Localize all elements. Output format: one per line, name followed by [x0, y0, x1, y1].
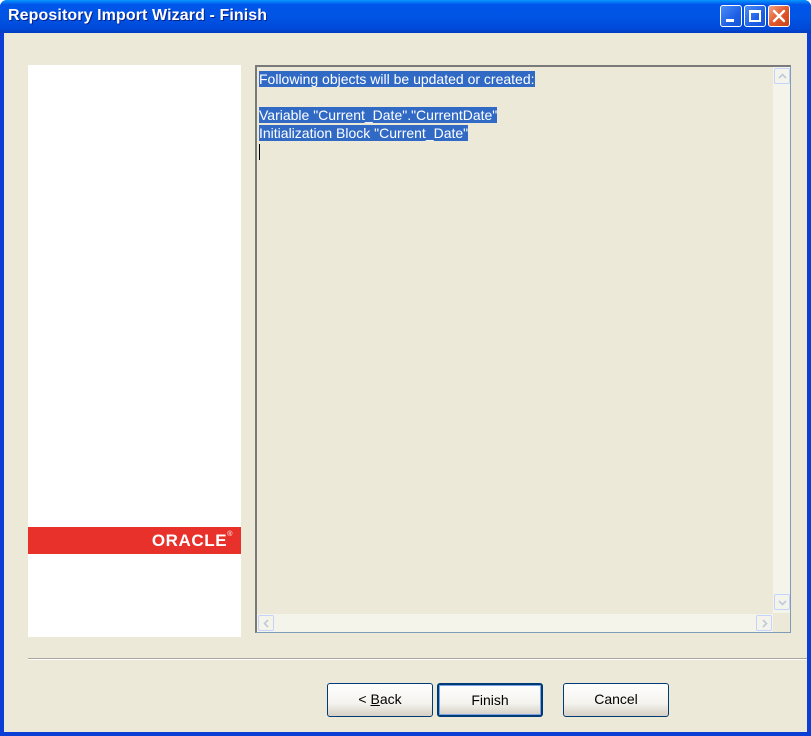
close-button[interactable]: [768, 5, 790, 27]
scroll-left-button[interactable]: [258, 615, 274, 631]
back-button[interactable]: < Back: [327, 683, 433, 717]
cancel-button[interactable]: Cancel: [563, 683, 669, 717]
scroll-right-button[interactable]: [756, 615, 772, 631]
back-button-mnemonic: B: [370, 691, 380, 707]
text-caret: [259, 144, 260, 161]
oracle-logo: ORACLE®: [28, 527, 241, 554]
back-button-prefix: <: [358, 691, 371, 707]
summary-line: Following objects will be updated or cre…: [259, 71, 535, 87]
scroll-down-button[interactable]: [774, 594, 790, 610]
summary-line: Initialization Block "Current_Date": [259, 125, 469, 141]
chevron-left-icon: [263, 619, 269, 628]
close-icon: [772, 9, 786, 23]
summary-textbox[interactable]: Following objects will be updated or cre…: [255, 65, 791, 633]
horizontal-scrollbar[interactable]: [257, 614, 773, 632]
scroll-up-button[interactable]: [774, 68, 790, 84]
maximize-button[interactable]: [744, 5, 766, 27]
oracle-logo-mark: ®: [227, 531, 233, 538]
back-button-suffix: ack: [379, 691, 402, 707]
minimize-icon: [726, 19, 734, 22]
vertical-scrollbar[interactable]: [773, 67, 790, 613]
button-area-divider: [28, 658, 807, 660]
maximize-icon: [749, 10, 761, 22]
title-bar[interactable]: Repository Import Wizard - Finish: [0, 0, 811, 33]
summary-line: Variable "Current_Date"."CurrentDate": [259, 107, 498, 123]
scrollbar-corner: [773, 614, 790, 632]
chevron-down-icon: [778, 600, 787, 606]
wizard-body: ORACLE® Following objects will be update…: [4, 33, 807, 732]
window-title: Repository Import Wizard - Finish: [8, 7, 268, 24]
finish-button[interactable]: Finish: [437, 683, 543, 717]
summary-text[interactable]: Following objects will be updated or cre…: [259, 70, 773, 610]
wizard-side-panel: ORACLE®: [28, 65, 241, 637]
wizard-window: Repository Import Wizard - Finish ORACLE…: [0, 0, 811, 736]
minimize-button[interactable]: [720, 5, 742, 27]
chevron-right-icon: [762, 619, 768, 628]
oracle-logo-text: ORACLE: [151, 531, 228, 550]
chevron-up-icon: [778, 73, 787, 79]
